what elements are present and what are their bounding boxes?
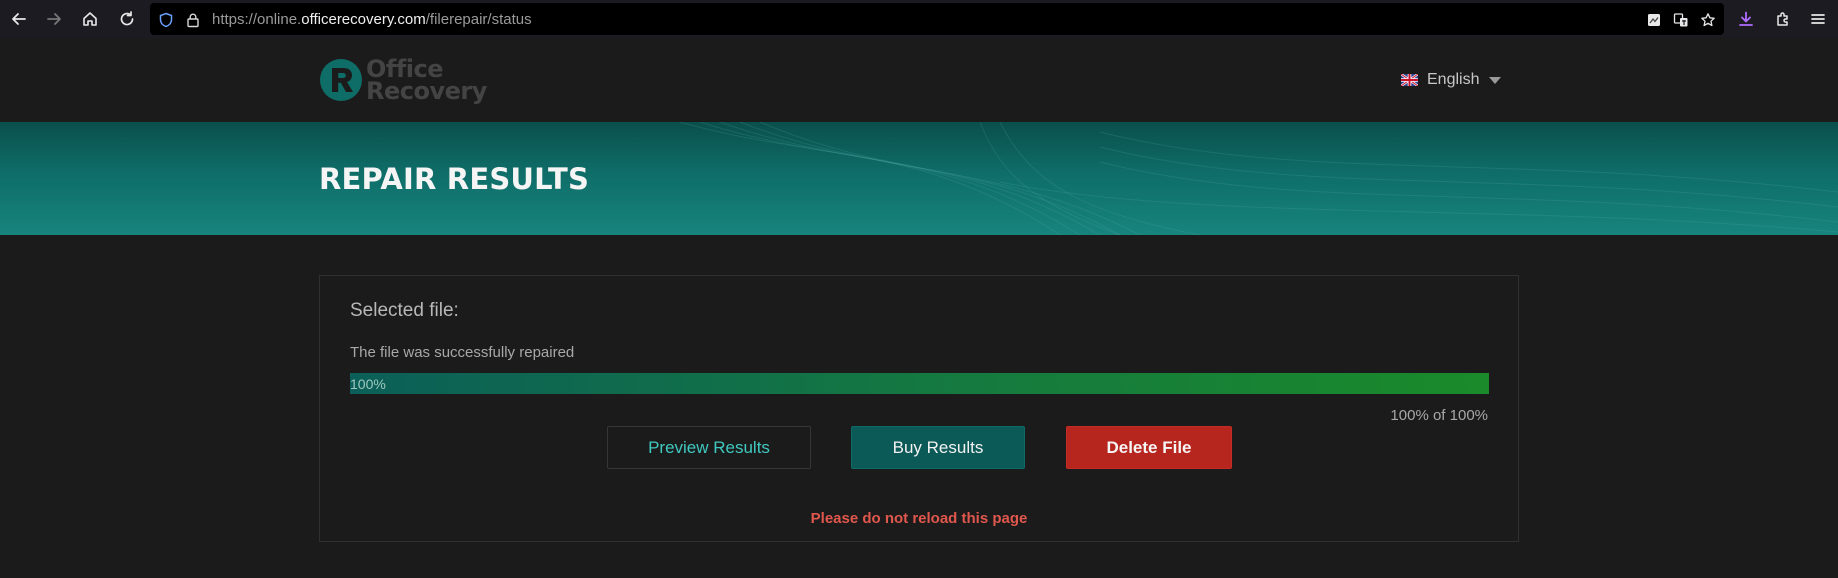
back-icon[interactable]	[6, 6, 32, 32]
bookmark-star-icon[interactable]	[1699, 11, 1717, 29]
language-selector[interactable]: English	[1401, 71, 1502, 89]
page-action-icon[interactable]	[1645, 11, 1663, 29]
page-title: REPAIR RESULTS	[319, 162, 590, 196]
url-text[interactable]: https://online.officerecovery.com/filere…	[212, 11, 532, 28]
logo-text: Office Recovery	[366, 55, 487, 105]
uk-flag-icon	[1401, 74, 1418, 86]
shield-icon[interactable]	[157, 11, 175, 29]
chevron-down-icon	[1489, 76, 1502, 84]
forward-icon[interactable]	[41, 6, 67, 32]
home-icon[interactable]	[77, 6, 103, 32]
progress-bar: 100%	[350, 373, 1489, 394]
language-label: English	[1427, 71, 1480, 88]
browser-toolbar: https://online.officerecovery.com/filere…	[0, 0, 1838, 38]
menu-icon[interactable]	[1805, 6, 1831, 32]
wave-pattern	[679, 122, 1838, 235]
translate-icon[interactable]	[1672, 11, 1690, 29]
address-bar[interactable]: https://online.officerecovery.com/filere…	[150, 3, 1724, 35]
progress-fill: 100%	[350, 373, 1489, 394]
progress-label: 100%	[350, 376, 386, 392]
reload-icon[interactable]	[114, 6, 140, 32]
repair-results-card: Selected file: The file was successfully…	[319, 275, 1519, 542]
repair-status-text: The file was successfully repaired	[350, 344, 575, 361]
downloads-icon[interactable]	[1733, 6, 1759, 32]
buy-results-button[interactable]: Buy Results	[851, 426, 1025, 469]
officerecovery-logo[interactable]: Office Recovery	[318, 56, 487, 104]
reload-warning: Please do not reload this page	[810, 510, 1028, 527]
preview-results-button[interactable]: Preview Results	[607, 426, 811, 469]
progress-count: 100% of 100%	[1390, 407, 1488, 424]
site-header: Office Recovery English	[0, 38, 1838, 122]
selected-file-label: Selected file:	[350, 300, 459, 321]
delete-file-button[interactable]: Delete File	[1066, 426, 1232, 469]
extensions-icon[interactable]	[1770, 6, 1796, 32]
logo-mark-icon	[320, 59, 362, 101]
hero-banner: REPAIR RESULTS	[0, 122, 1838, 235]
lock-icon[interactable]	[184, 11, 202, 29]
